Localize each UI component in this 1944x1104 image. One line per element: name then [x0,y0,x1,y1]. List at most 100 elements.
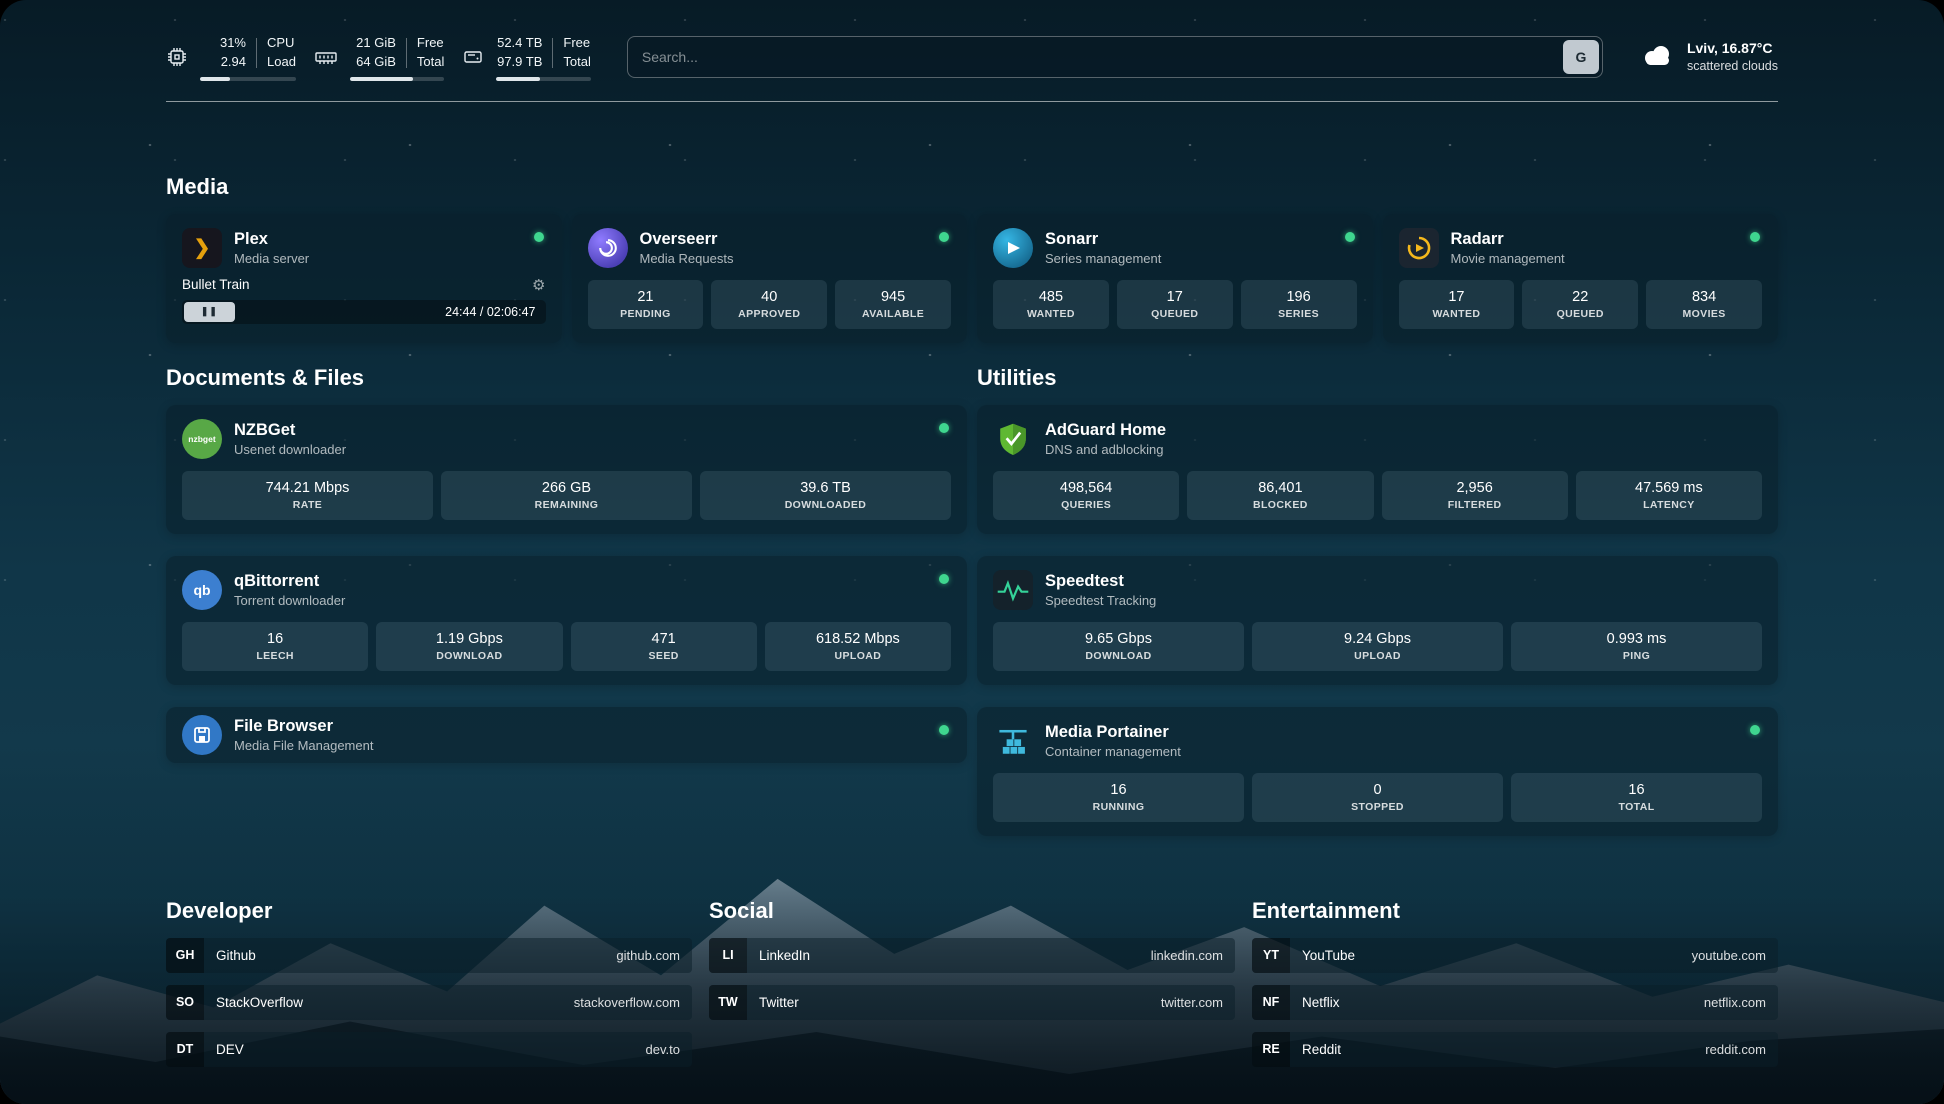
pause-button[interactable]: ❚❚ [184,302,235,322]
stat-series: 196 SERIES [1241,280,1357,329]
status-indicator [939,574,949,584]
app-subtitle: Torrent downloader [234,592,345,610]
app-card-speedtest[interactable]: Speedtest Speedtest Tracking 9.65 Gbps D… [977,556,1778,685]
bookmark-name: Netflix [1302,995,1692,1010]
ram-metric-body: 21 GiB 64 GiB Free Total [350,34,444,81]
stats-row: 485 WANTED 17 QUEUED 196 SERIES [993,280,1357,329]
status-indicator [939,725,949,735]
disk-free-value: 52.4 TB [497,34,542,53]
ram-total-label: Total [417,53,444,72]
app-name: Speedtest [1045,570,1156,592]
bookmark-url: dev.to [646,1042,680,1057]
plex-icon: ❯ [182,228,222,268]
bookmark-reddit[interactable]: RE Reddit reddit.com [1252,1032,1778,1067]
bookmark-url: github.com [616,948,680,963]
status-indicator [1345,232,1355,242]
app-name: Radarr [1451,228,1565,250]
status-indicator [1750,232,1760,242]
stat-filtered: 2,956 FILTERED [1382,471,1568,520]
app-card-portainer[interactable]: Media Portainer Container management 16 … [977,707,1778,836]
cpu-metric-body: 31% 2.94 CPU Load [200,34,296,81]
bookmark-abbr: DT [166,1032,204,1067]
section-title-documents: Documents & Files [166,365,967,391]
cpu-label: CPU [267,34,296,53]
bookmark-github[interactable]: GH Github github.com [166,938,692,973]
bookmark-twitter[interactable]: TW Twitter twitter.com [709,985,1235,1020]
stats-row: 16 LEECH 1.19 Gbps DOWNLOAD 471 SEED 6 [182,622,951,671]
gear-icon[interactable]: ⚙ [532,276,545,294]
app-card-adguard[interactable]: AdGuard Home DNS and adblocking 498,564 … [977,405,1778,534]
ram-total-value: 64 GiB [356,53,396,72]
ram-progress-fill [350,77,413,81]
status-indicator [939,423,949,433]
bookmark-stackoverflow[interactable]: SO StackOverflow stackoverflow.com [166,985,692,1020]
stat-wanted: 485 WANTED [993,280,1109,329]
stats-row: 16 RUNNING 0 STOPPED 16 TOTAL [993,773,1762,822]
app-card-nzbget[interactable]: nzbget NZBGet Usenet downloader 744.21 M… [166,405,967,534]
bookmark-name: Reddit [1302,1042,1693,1057]
weather-condition: scattered clouds [1687,58,1778,76]
stat-seed: 471 SEED [571,622,757,671]
search-engine-button[interactable]: G [1563,40,1599,74]
stat-wanted: 17 WANTED [1399,280,1515,329]
playback-progress-bar[interactable]: ❚❚ 24:44 / 02:06:47 [182,300,546,324]
app-subtitle: Movie management [1451,250,1565,268]
stats-row: 498,564 QUERIES 86,401 BLOCKED 2,956 FIL… [993,471,1762,520]
bookmark-name: Twitter [759,995,1149,1010]
adguard-icon [993,419,1033,459]
header-divider [166,101,1778,102]
bookmark-url: twitter.com [1161,995,1223,1010]
section-title-social: Social [709,898,1235,924]
section-title-media: Media [166,174,1778,200]
bookmark-netflix[interactable]: NF Netflix netflix.com [1252,985,1778,1020]
bookmark-abbr: YT [1252,938,1290,973]
app-card-plex[interactable]: ❯ Plex Media server Bullet Train ⚙ ❚❚ 24… [166,214,562,343]
cpu-load-value: 2.94 [221,53,246,72]
bookmark-linkedin[interactable]: LI LinkedIn linkedin.com [709,938,1235,973]
bookmark-abbr: SO [166,985,204,1020]
bookmark-url: youtube.com [1692,948,1766,963]
stat-running: 16 RUNNING [993,773,1244,822]
divider [552,38,553,68]
cpu-load-label: Load [267,53,296,72]
stat-movies: 834 MOVIES [1646,280,1762,329]
middle-grid: Documents & Files nzbget NZBGet Usenet d… [166,343,1778,836]
bookmark-abbr: TW [709,985,747,1020]
divider [406,38,407,68]
speedtest-icon [993,570,1033,610]
app-card-overseerr[interactable]: Overseerr Media Requests 21 PENDING 40 A… [572,214,968,343]
app-subtitle: Media server [234,250,309,268]
stat-approved: 40 APPROVED [711,280,827,329]
bookmark-dev[interactable]: DT DEV dev.to [166,1032,692,1067]
bookmark-name: StackOverflow [216,995,562,1010]
app-name: Sonarr [1045,228,1161,250]
portainer-icon [993,721,1033,761]
app-card-radarr[interactable]: Radarr Movie management 17 WANTED 22 QUE… [1383,214,1779,343]
section-title-developer: Developer [166,898,692,924]
stat-rate: 744.21 Mbps RATE [182,471,433,520]
weather-location: Lviv, 16.87°C [1687,39,1778,59]
weather-widget: Lviv, 16.87°C scattered clouds [1639,39,1778,76]
app-name: NZBGet [234,419,346,441]
app-card-filebrowser[interactable]: File Browser Media File Management [166,707,967,763]
stats-row: 21 PENDING 40 APPROVED 945 AVAILABLE [588,280,952,329]
top-bar: 31% 2.94 CPU Load [166,34,1778,81]
bookmark-name: LinkedIn [759,948,1139,963]
search-input[interactable] [642,49,1563,65]
disk-free-label: Free [563,34,590,53]
system-metrics: 31% 2.94 CPU Load [166,34,591,81]
stat-upload: 618.52 Mbps UPLOAD [765,622,951,671]
bookmark-group-entertainment: Entertainment YT YouTube youtube.com NF … [1252,836,1778,1067]
bookmark-youtube[interactable]: YT YouTube youtube.com [1252,938,1778,973]
pause-icon: ❚❚ [201,306,218,317]
app-subtitle: Media File Management [234,737,373,755]
disk-total-value: 97.9 TB [497,53,542,72]
app-name: File Browser [234,715,373,737]
stat-download: 1.19 Gbps DOWNLOAD [376,622,562,671]
bookmark-name: DEV [216,1042,634,1057]
divider [256,38,257,68]
app-card-sonarr[interactable]: Sonarr Series management 485 WANTED 17 Q… [977,214,1373,343]
stat-leech: 16 LEECH [182,622,368,671]
app-subtitle: DNS and adblocking [1045,441,1166,459]
app-card-qbittorrent[interactable]: qb qBittorrent Torrent downloader 16 LEE… [166,556,967,685]
